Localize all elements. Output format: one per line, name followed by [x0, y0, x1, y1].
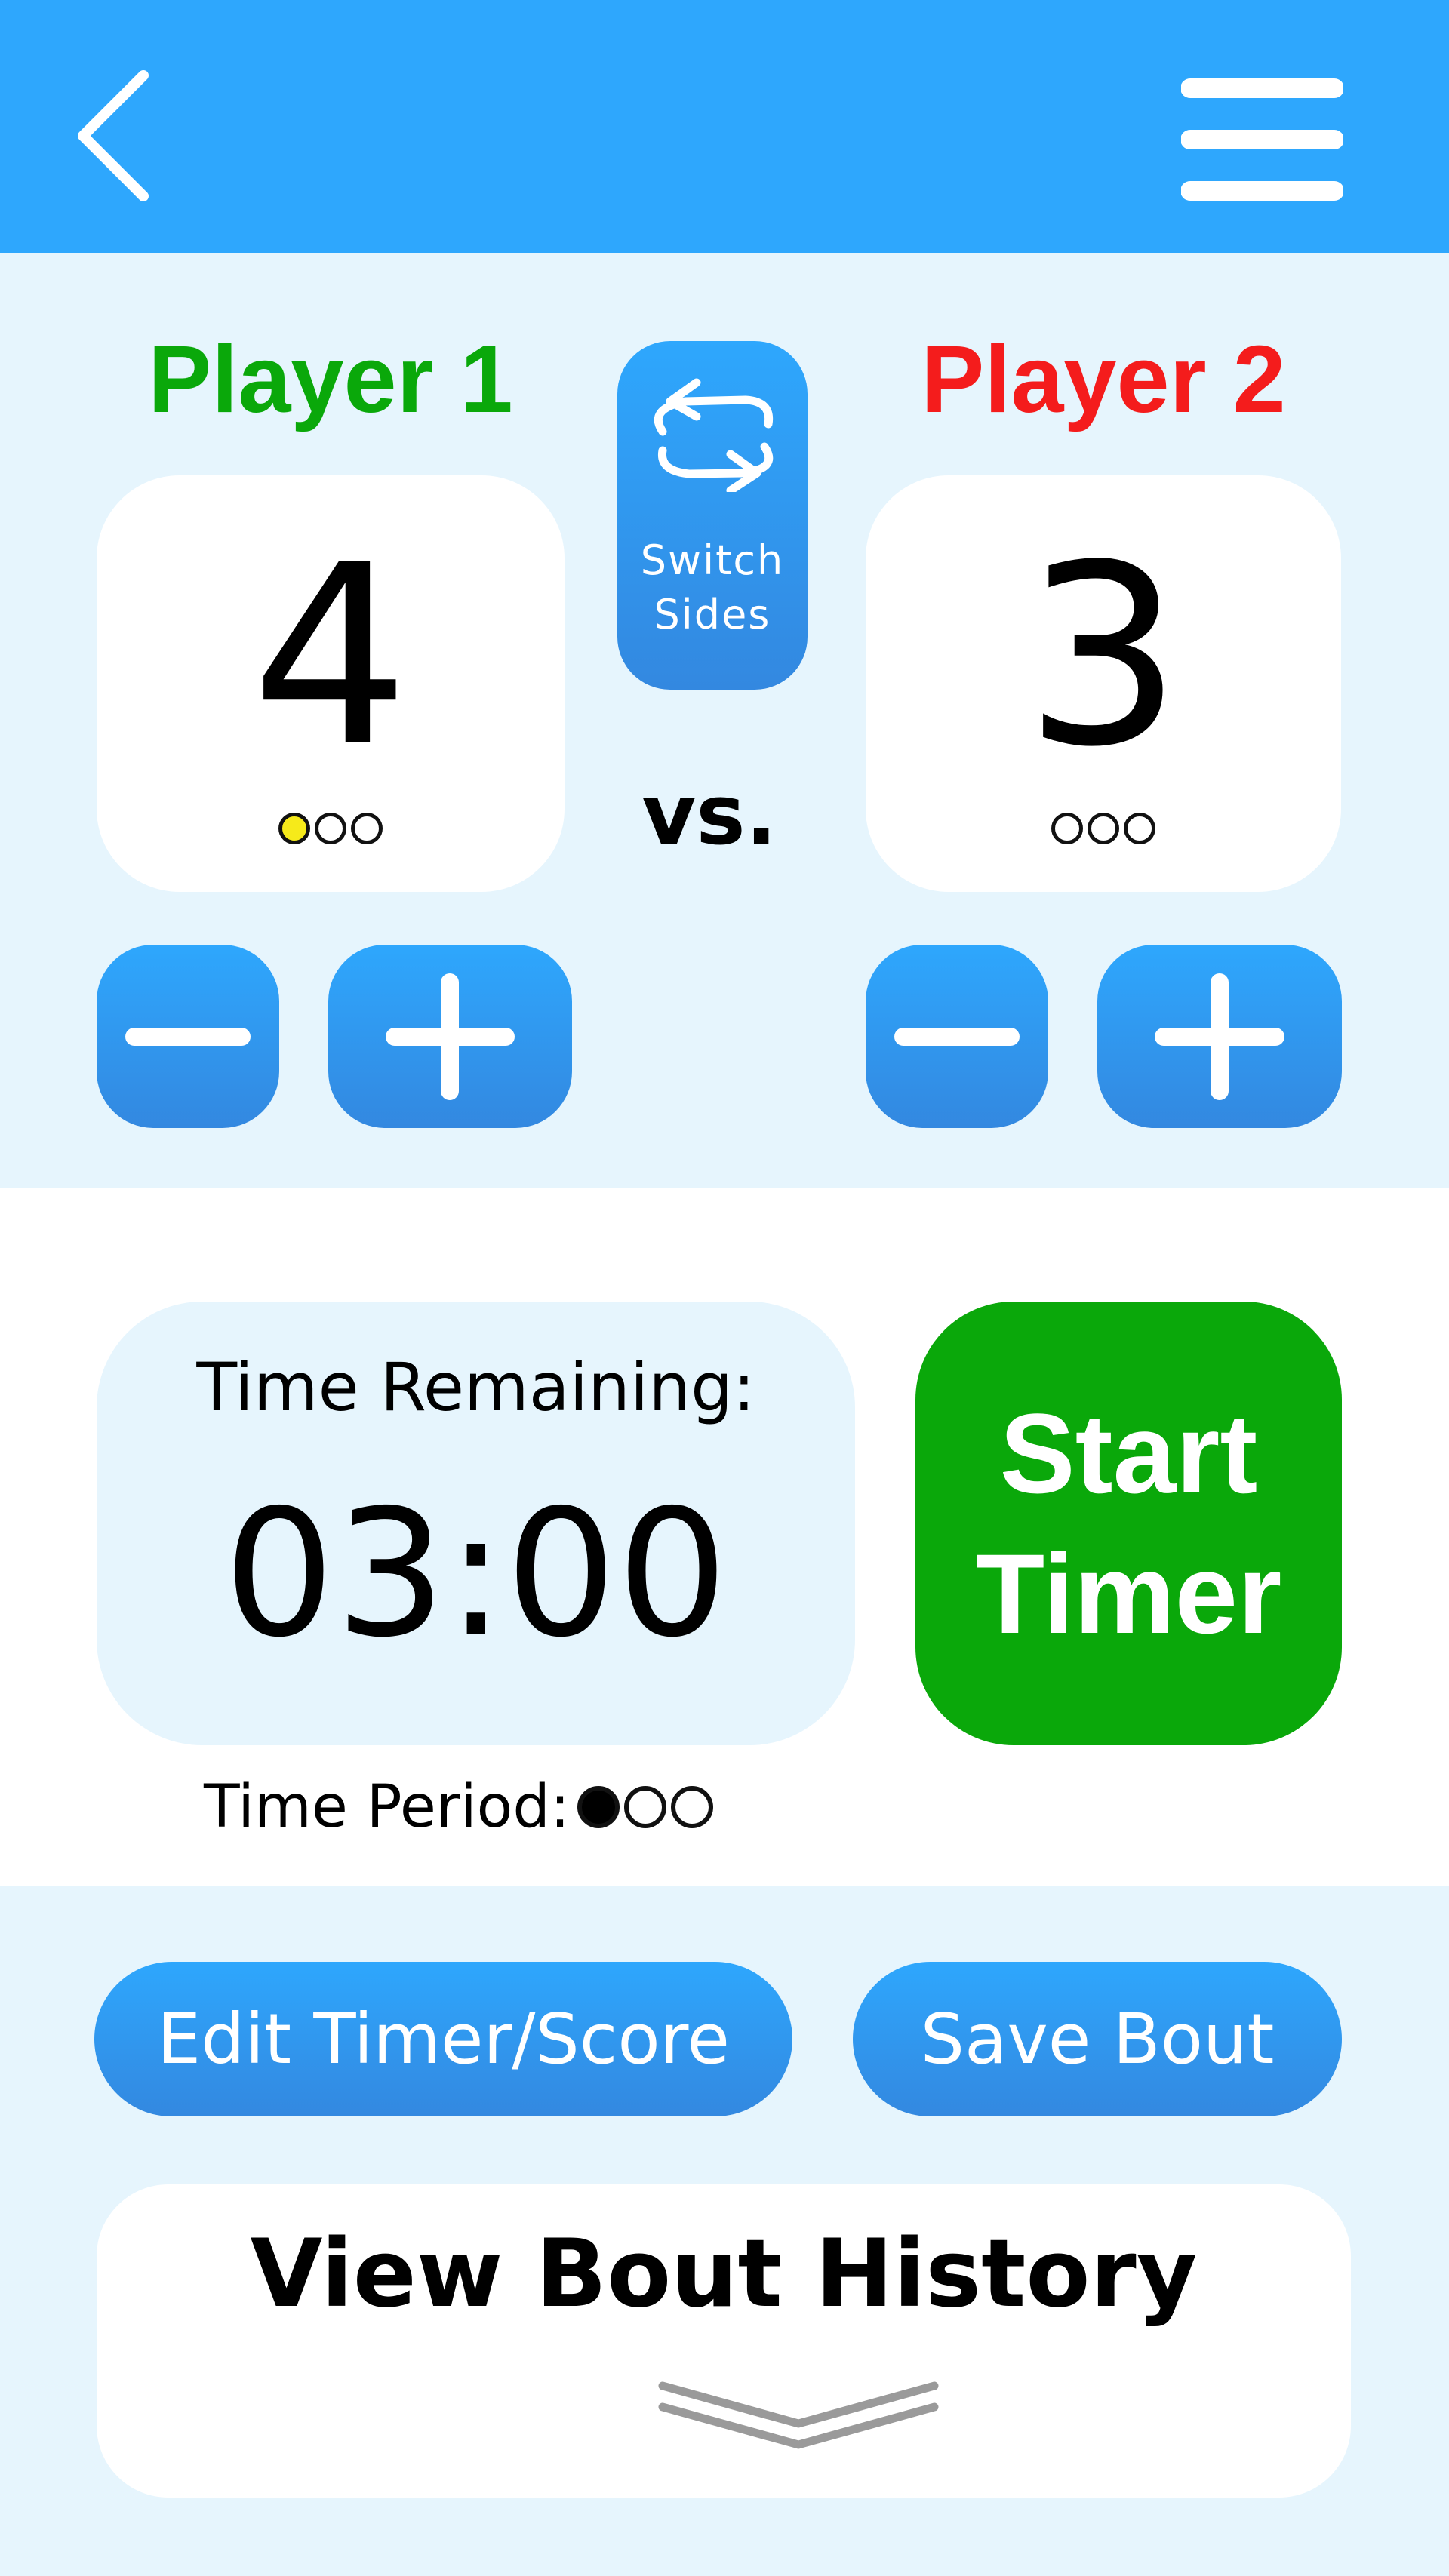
time-remaining-value: 03:00 — [223, 1472, 728, 1676]
player-2-indicator-1 — [1051, 813, 1083, 844]
player-1-name: Player 1 — [148, 326, 513, 432]
player-2-indicator-2 — [1088, 813, 1119, 844]
switch-sides-button[interactable]: Switch Sides — [617, 341, 808, 690]
player-1-indicator-2 — [315, 813, 346, 844]
switch-sides-label: Switch Sides — [640, 536, 785, 638]
player-2-plus-button[interactable] — [1097, 945, 1342, 1128]
save-bout-button[interactable]: Save Bout — [853, 1962, 1342, 2116]
view-bout-history-button[interactable]: View Bout History — [97, 2184, 1351, 2498]
plus-icon — [386, 973, 515, 1100]
time-period-indicator-2 — [624, 1786, 667, 1828]
edit-timer-score-label: Edit Timer/Score — [156, 1999, 731, 2080]
player-1-indicators — [255, 809, 406, 848]
time-period-row: Time Period: — [204, 1766, 777, 1849]
time-period-indicators — [577, 1786, 714, 1828]
player-1-indicator-3 — [351, 813, 383, 844]
start-timer-label: Start Timer — [975, 1390, 1282, 1657]
save-bout-label: Save Bout — [920, 1999, 1275, 2080]
time-period-indicator-3 — [671, 1786, 714, 1828]
player-2-score: 3 — [1024, 512, 1183, 801]
player-1-minus-button[interactable] — [97, 945, 279, 1128]
menu-button[interactable] — [1180, 72, 1344, 207]
start-timer-button[interactable]: Start Timer — [915, 1302, 1342, 1745]
player-2-indicator-3 — [1124, 813, 1155, 844]
time-period-indicator-1 — [577, 1786, 620, 1828]
time-remaining-label: Time Remaining: — [196, 1348, 755, 1426]
player-1-indicator-1 — [278, 813, 310, 844]
double-chevron-down-icon — [658, 2381, 939, 2449]
player-2-minus-button[interactable] — [866, 945, 1048, 1128]
view-bout-history-label: View Bout History — [250, 2220, 1198, 2329]
player-2-name: Player 2 — [921, 326, 1286, 432]
player-1-plus-button[interactable] — [328, 945, 572, 1128]
edit-timer-score-button[interactable]: Edit Timer/Score — [94, 1962, 792, 2116]
back-button[interactable] — [72, 68, 170, 211]
time-period-label: Time Period: — [204, 1773, 571, 1841]
minus-icon — [894, 1028, 1020, 1046]
plus-icon — [1155, 973, 1284, 1100]
swap-arrows-icon — [654, 378, 774, 492]
vs-label: vs. — [641, 767, 777, 863]
minus-icon — [125, 1028, 251, 1046]
chevron-left-icon — [78, 70, 149, 201]
player-1-score: 4 — [251, 512, 410, 801]
player-2-indicators — [1028, 809, 1179, 848]
hamburger-menu-icon — [1180, 78, 1344, 201]
